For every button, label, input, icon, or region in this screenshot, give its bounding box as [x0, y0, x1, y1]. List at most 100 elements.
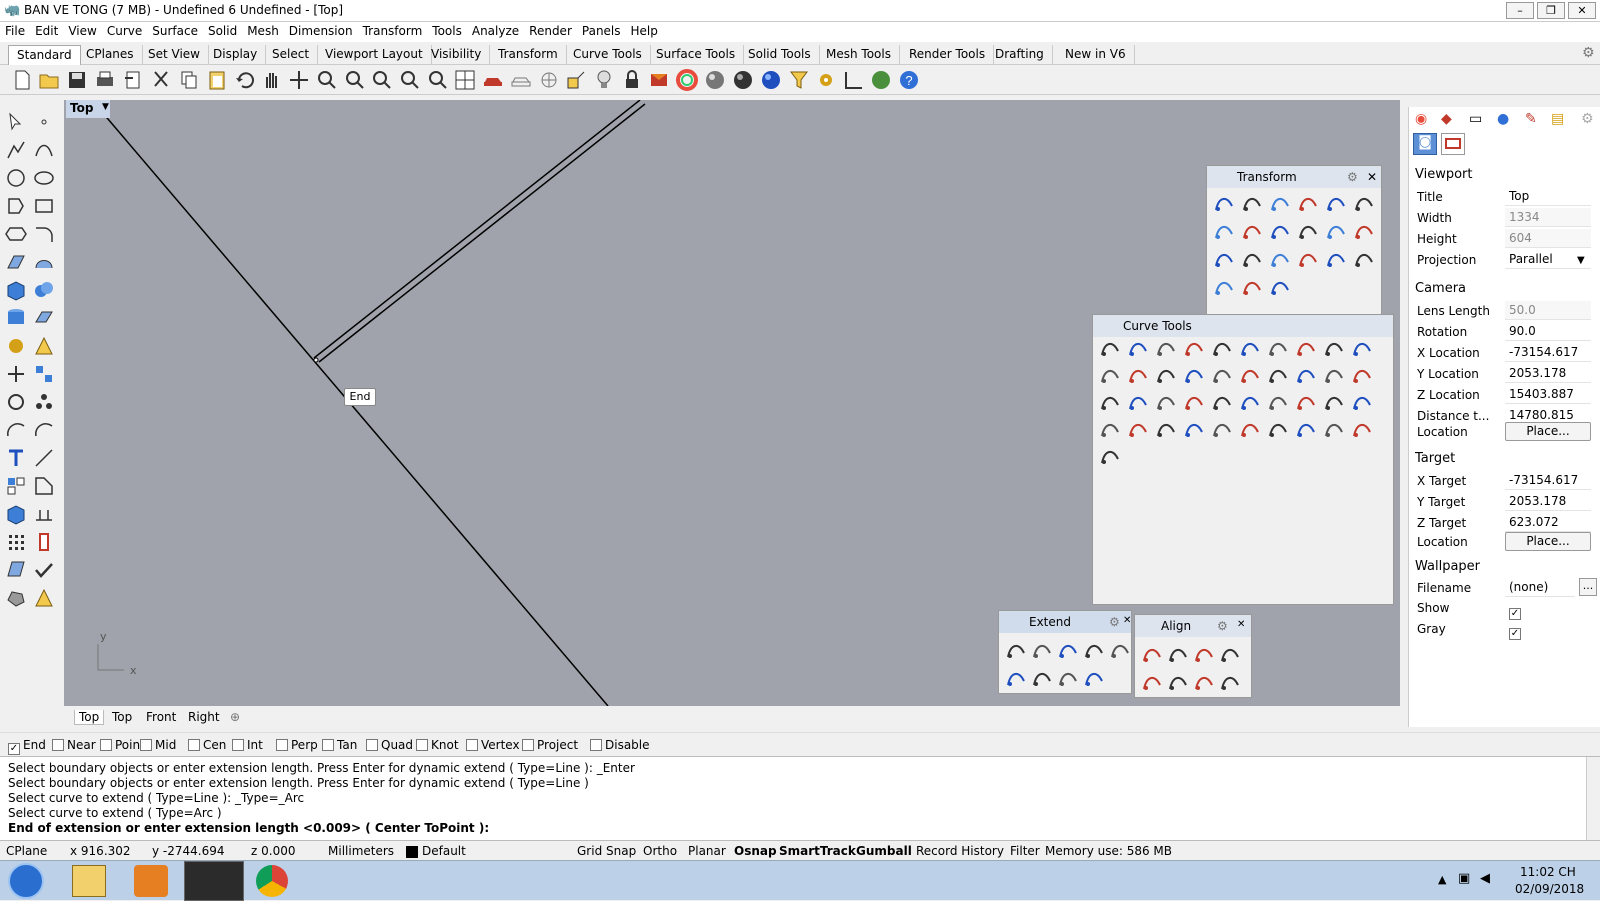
- explode-icon[interactable]: [32, 362, 56, 386]
- close-button[interactable]: ✕: [1568, 2, 1596, 19]
- sweep-icon[interactable]: [32, 250, 56, 274]
- curve-tool-icon[interactable]: [1267, 364, 1289, 386]
- curve-tool-icon[interactable]: [1099, 391, 1121, 413]
- curve-tool-icon[interactable]: [1211, 418, 1233, 440]
- solid-box-icon[interactable]: [4, 502, 28, 526]
- zoom-extents-icon[interactable]: [370, 68, 394, 92]
- save-icon[interactable]: [65, 68, 89, 92]
- viewport-tab-front[interactable]: Front: [142, 710, 180, 724]
- clock-date[interactable]: 02/09/2018: [1515, 882, 1584, 896]
- transform-tool-icon[interactable]: [1269, 192, 1291, 214]
- osnap-point-checkbox[interactable]: Point: [100, 738, 145, 752]
- transform-tool-icon[interactable]: [1325, 220, 1347, 242]
- explorer-taskbar-icon[interactable]: [72, 865, 106, 897]
- viewport-tab-top-active[interactable]: Top: [74, 710, 105, 725]
- paste-icon[interactable]: [205, 68, 229, 92]
- projection-dropdown-icon[interactable]: ▼: [1577, 255, 1585, 266]
- transform-tool-icon[interactable]: [1325, 248, 1347, 270]
- curve-tool-icon[interactable]: [1155, 337, 1177, 359]
- light-icon[interactable]: [32, 334, 56, 358]
- curve-tool-icon[interactable]: [1239, 364, 1261, 386]
- new-file-icon[interactable]: [10, 68, 34, 92]
- viewport-tab-top[interactable]: Top: [108, 710, 136, 724]
- volume-icon[interactable]: ◀: [1480, 871, 1490, 886]
- align-tool-icon[interactable]: [1193, 643, 1215, 665]
- show-checkbox[interactable]: ✓: [1509, 603, 1524, 620]
- curve-tool-icon[interactable]: [1155, 364, 1177, 386]
- transform-tool-icon[interactable]: [1353, 248, 1375, 270]
- extend-tool-icon[interactable]: [1083, 639, 1105, 661]
- transform-tool-icon[interactable]: [1241, 192, 1263, 214]
- extend-tool-icon[interactable]: [1083, 667, 1105, 689]
- network-icon[interactable]: ▣: [1458, 871, 1470, 886]
- camera-prop-value[interactable]: -73154.617: [1505, 343, 1591, 362]
- color-wheel-icon[interactable]: ◉: [1415, 111, 1427, 127]
- panel-gear-icon[interactable]: ⚙: [1217, 619, 1228, 633]
- tab-transform[interactable]: Transform: [490, 45, 567, 65]
- status-grid-snap[interactable]: Grid Snap: [577, 844, 636, 858]
- status-gumball[interactable]: Gumball: [856, 844, 912, 858]
- curve-tool-icon[interactable]: [1211, 364, 1233, 386]
- osnap-perp-checkbox[interactable]: Perp: [276, 738, 318, 752]
- curve-tool-icon[interactable]: [1295, 418, 1317, 440]
- curve-tool-icon[interactable]: [1323, 337, 1345, 359]
- box-icon[interactable]: [4, 278, 28, 302]
- curve-tool-icon[interactable]: [1127, 337, 1149, 359]
- camera-place-button[interactable]: Place...: [1505, 422, 1591, 441]
- transform-tool-icon[interactable]: [1325, 192, 1347, 214]
- status-cplane[interactable]: CPlane: [6, 844, 47, 858]
- menu-help[interactable]: Help: [626, 22, 663, 38]
- checkbox-box[interactable]: [232, 739, 244, 751]
- curve-tool-icon[interactable]: [1155, 418, 1177, 440]
- curve-tools-panel-header[interactable]: Curve Tools: [1093, 315, 1393, 337]
- transform-tool-icon[interactable]: [1213, 220, 1235, 242]
- render-gear-icon[interactable]: [4, 334, 28, 358]
- tab-solid-tools[interactable]: Solid Tools: [740, 45, 820, 65]
- analyze-icon[interactable]: [32, 530, 56, 554]
- select-arrow-icon[interactable]: [4, 110, 28, 134]
- transform-tool-icon[interactable]: [1213, 248, 1235, 270]
- curve-tool-icon[interactable]: [1267, 337, 1289, 359]
- maximize-button[interactable]: ❐: [1537, 2, 1565, 19]
- tab-new-in-v6[interactable]: New in V6: [1057, 45, 1135, 65]
- nodes-icon[interactable]: [32, 390, 56, 414]
- curve-tool-icon[interactable]: [1351, 418, 1373, 440]
- checkbox-box[interactable]: [416, 739, 428, 751]
- tab-display[interactable]: Display: [205, 45, 267, 65]
- transform-tool-icon[interactable]: [1297, 220, 1319, 242]
- curve-tool-icon[interactable]: [1239, 337, 1261, 359]
- osnap-project-checkbox[interactable]: Project: [522, 738, 578, 752]
- chrome-taskbar-icon[interactable]: [256, 865, 288, 897]
- extend-tool-icon[interactable]: [1031, 667, 1053, 689]
- group-icon[interactable]: [4, 390, 28, 414]
- surface-patch-icon[interactable]: [4, 558, 28, 582]
- curve-tool-icon[interactable]: [1295, 337, 1317, 359]
- menu-analyze[interactable]: Analyze: [467, 22, 524, 38]
- align-tool-icon[interactable]: [1167, 671, 1189, 693]
- text-icon[interactable]: [4, 446, 28, 470]
- transform-tool-icon[interactable]: [1241, 248, 1263, 270]
- status-osnap[interactable]: Osnap: [734, 844, 777, 858]
- curve-tool-icon[interactable]: [1295, 391, 1317, 413]
- transform-tool-icon[interactable]: [1353, 220, 1375, 242]
- transform-tool-icon[interactable]: [1297, 248, 1319, 270]
- checkbox-box[interactable]: [52, 739, 64, 751]
- wireframe-car-icon[interactable]: [509, 68, 533, 92]
- osnap-int-checkbox[interactable]: Int: [232, 738, 263, 752]
- checkbox-box[interactable]: [366, 739, 378, 751]
- globe-icon[interactable]: [869, 68, 893, 92]
- panel-gear-icon[interactable]: ⚙: [1109, 615, 1120, 629]
- menu-mesh[interactable]: Mesh: [242, 22, 284, 38]
- menu-file[interactable]: File: [0, 22, 30, 38]
- status-ortho[interactable]: Ortho: [643, 844, 677, 858]
- transform-tool-icon[interactable]: [1269, 220, 1291, 242]
- cone-icon[interactable]: [32, 586, 56, 610]
- panel-gear-icon[interactable]: ⚙: [1347, 170, 1358, 184]
- transform-tool-icon[interactable]: [1241, 220, 1263, 242]
- panel-close-icon[interactable]: ✕: [1237, 619, 1245, 630]
- checkbox-box[interactable]: [466, 739, 478, 751]
- curve-tool-icon[interactable]: [1155, 391, 1177, 413]
- status-planar[interactable]: Planar: [688, 844, 726, 858]
- align-tool-icon[interactable]: [1219, 671, 1241, 693]
- menu-panels[interactable]: Panels: [577, 22, 626, 38]
